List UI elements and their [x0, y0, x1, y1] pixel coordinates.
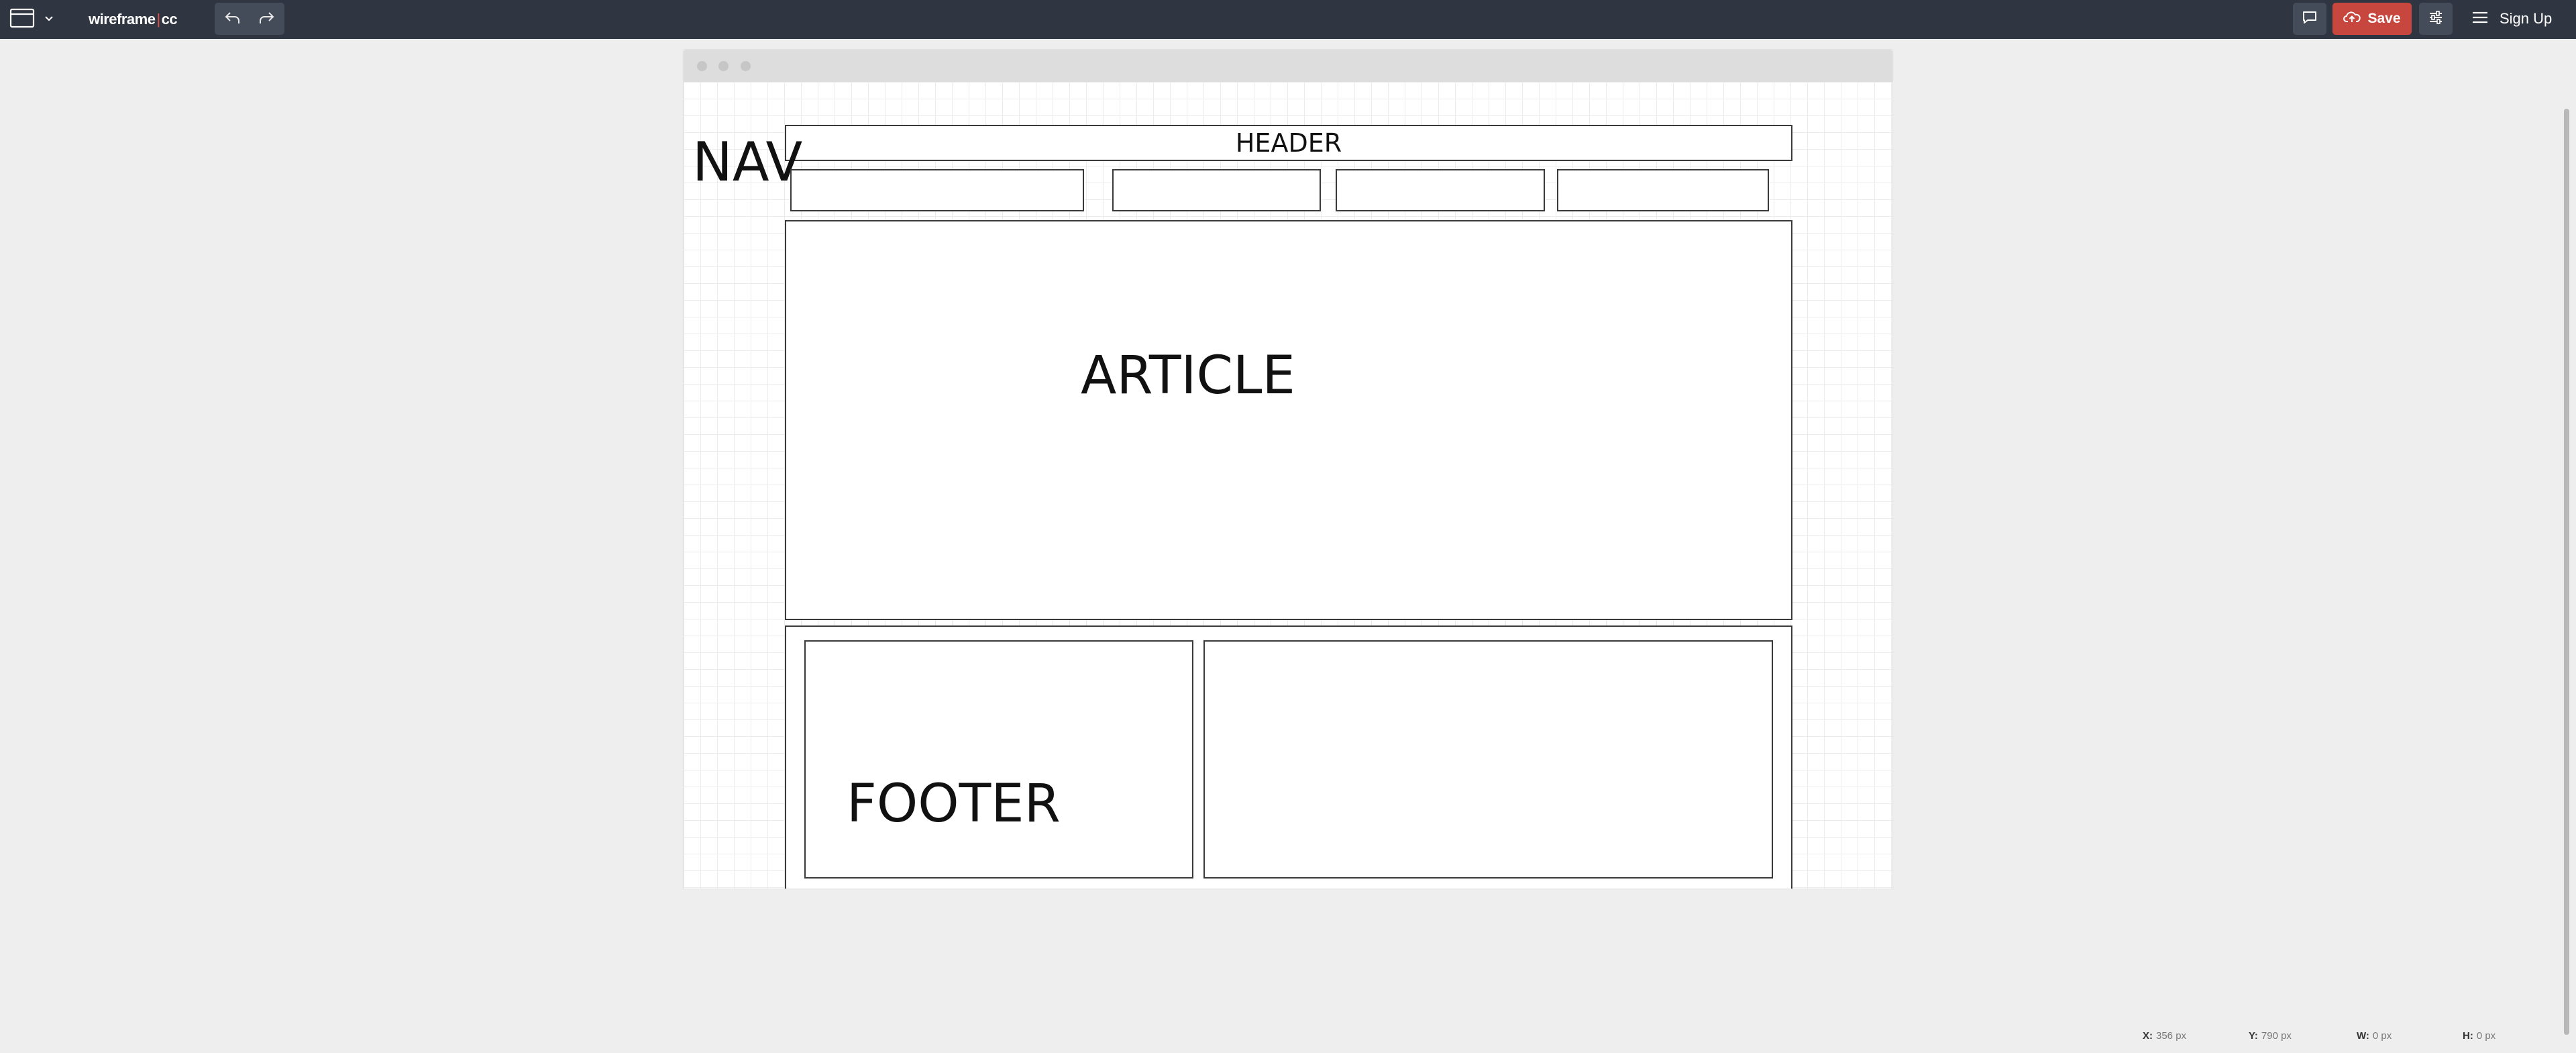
comment-icon [2302, 10, 2318, 28]
article-label[interactable]: ARTICLE [1081, 344, 1295, 408]
redo-button[interactable] [251, 5, 282, 32]
footer-left-box[interactable] [804, 640, 1193, 879]
nav-box[interactable] [790, 169, 1084, 211]
hamburger-icon [2471, 10, 2489, 28]
window-dot-icon [718, 61, 729, 71]
logo-text-suffix: cc [161, 11, 178, 28]
status-width: W: 0 px [2357, 1028, 2392, 1043]
wireframe-canvas[interactable]: HEADER NAV ARTICLE FOOTER [684, 50, 1892, 889]
comment-button[interactable] [2293, 3, 2326, 35]
article-rectangle[interactable] [785, 220, 1792, 620]
history-button-group [215, 3, 284, 35]
nav-label[interactable]: NAV [692, 130, 802, 195]
vertical-scrollbar[interactable] [2561, 39, 2576, 1053]
status-height: H: 0 px [2463, 1028, 2496, 1043]
app-logo[interactable]: wireframe | cc [89, 8, 178, 31]
nav-box[interactable] [1557, 169, 1769, 211]
sliders-icon [2428, 10, 2444, 28]
save-button[interactable]: Save [2332, 3, 2412, 35]
chevron-down-icon [44, 13, 54, 26]
top-toolbar: wireframe | cc Save Sign Up [0, 0, 2576, 39]
status-h-value: 0 px [2476, 1030, 2496, 1042]
footer-label[interactable]: FOOTER [847, 772, 1061, 836]
undo-icon [224, 10, 241, 28]
status-x-value: 356 px [2156, 1030, 2187, 1042]
scrollbar-thumb[interactable] [2564, 109, 2569, 1035]
status-y-value: 790 px [2261, 1030, 2292, 1042]
status-y-label: Y: [2249, 1030, 2258, 1042]
header-label[interactable]: HEADER [785, 125, 1792, 161]
cloud-upload-icon [2343, 10, 2361, 28]
save-label: Save [2367, 11, 2401, 26]
status-w-value: 0 px [2372, 1030, 2392, 1042]
status-y: Y: 790 px [2249, 1028, 2292, 1043]
main-menu-button[interactable] [2466, 4, 2494, 34]
redo-icon [258, 10, 275, 28]
status-x: X: 356 px [2143, 1028, 2186, 1043]
status-w-label: W: [2357, 1030, 2369, 1042]
window-dot-icon [697, 61, 707, 71]
undo-button[interactable] [217, 5, 248, 32]
status-h-label: H: [2463, 1030, 2473, 1042]
status-x-label: X: [2143, 1030, 2153, 1042]
nav-box[interactable] [1112, 169, 1321, 211]
canvas-grid[interactable]: HEADER NAV ARTICLE FOOTER [684, 82, 1892, 889]
browser-window-icon [9, 8, 35, 32]
logo-text-main: wireframe [89, 11, 156, 28]
settings-button[interactable] [2419, 3, 2453, 35]
sign-up-link[interactable]: Sign Up [2497, 4, 2555, 34]
nav-box[interactable] [1336, 169, 1545, 211]
browser-titlebar [684, 50, 1892, 82]
logo-separator: | [156, 11, 160, 28]
page-menu-button[interactable] [5, 5, 56, 34]
footer-right-box[interactable] [1203, 640, 1773, 879]
window-dot-icon [741, 61, 751, 71]
